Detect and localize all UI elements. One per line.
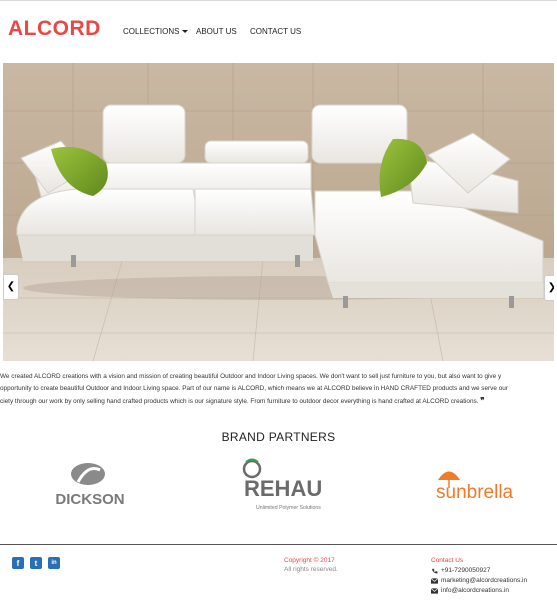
dickson-wordmark: DICKSON — [55, 491, 124, 508]
contact-email-marketing[interactable]: marketing@alcordcreations.in — [431, 576, 527, 586]
nav-contact[interactable]: CONTACT US — [250, 27, 301, 36]
facebook-icon[interactable]: f — [12, 557, 24, 569]
chevron-left-icon: ❮ — [6, 281, 16, 292]
hero-image-sofa — [3, 63, 554, 361]
quote-icon: ❞ — [480, 396, 485, 405]
contact-title: Contact Us — [431, 557, 464, 564]
carousel-next-button[interactable]: ❯ — [544, 275, 554, 301]
contact-email-info[interactable]: info@alcordcreations.in — [431, 586, 527, 596]
phone-icon — [432, 568, 438, 574]
contact-block: Contact Us +91-7290050927 marketing@alco… — [431, 556, 527, 596]
nav-collections[interactable]: COLLECTIONS — [123, 27, 189, 36]
chevron-right-icon: ❯ — [548, 283, 554, 293]
about-text: We created ALCORD creations with a visio… — [0, 371, 557, 407]
hero-carousel: ❮ ❯ — [3, 63, 554, 361]
footer-divider — [0, 544, 557, 545]
about-line-1: We created ALCORD creations with a visio… — [0, 373, 502, 380]
sunbrella-wordmark: sunbrella — [436, 482, 514, 503]
nav-about[interactable]: ABOUT US — [196, 27, 237, 36]
rehau-tagline: Unlimited Polymer Solutions — [256, 505, 321, 511]
envelope-icon — [431, 588, 438, 594]
rights-text: All rights reserved. — [284, 566, 338, 573]
brand-partners-title: BRAND PARTNERS — [221, 430, 336, 444]
nav-collections-label[interactable]: COLLECTIONS — [123, 27, 179, 36]
about-line-3: ciety through our work by only selling h… — [0, 396, 485, 405]
contact-phone[interactable]: +91-7290050927 — [431, 566, 527, 576]
linkedin-icon[interactable]: in — [48, 557, 60, 569]
caret-down-icon — [182, 30, 189, 34]
sunbrella-logo: sunbrella — [432, 460, 516, 509]
rehau-logo: REHAU Unlimited Polymer Solutions — [240, 458, 322, 519]
copyright-block: Copyright © 2017 All rights reserved. — [284, 556, 338, 574]
dickson-logo: DICKSON — [54, 462, 126, 515]
logo[interactable]: ALCORD — [8, 17, 101, 41]
top-border — [0, 0, 557, 1]
twitter-icon[interactable]: t — [30, 557, 42, 569]
copyright-text: Copyright © 2017 — [284, 557, 335, 564]
carousel-prev-button[interactable]: ❮ — [3, 274, 19, 300]
about-line-2: opportunity to create beautiful Outdoor … — [0, 385, 508, 392]
envelope-icon — [431, 578, 438, 584]
rehau-wordmark: REHAU — [244, 476, 322, 501]
